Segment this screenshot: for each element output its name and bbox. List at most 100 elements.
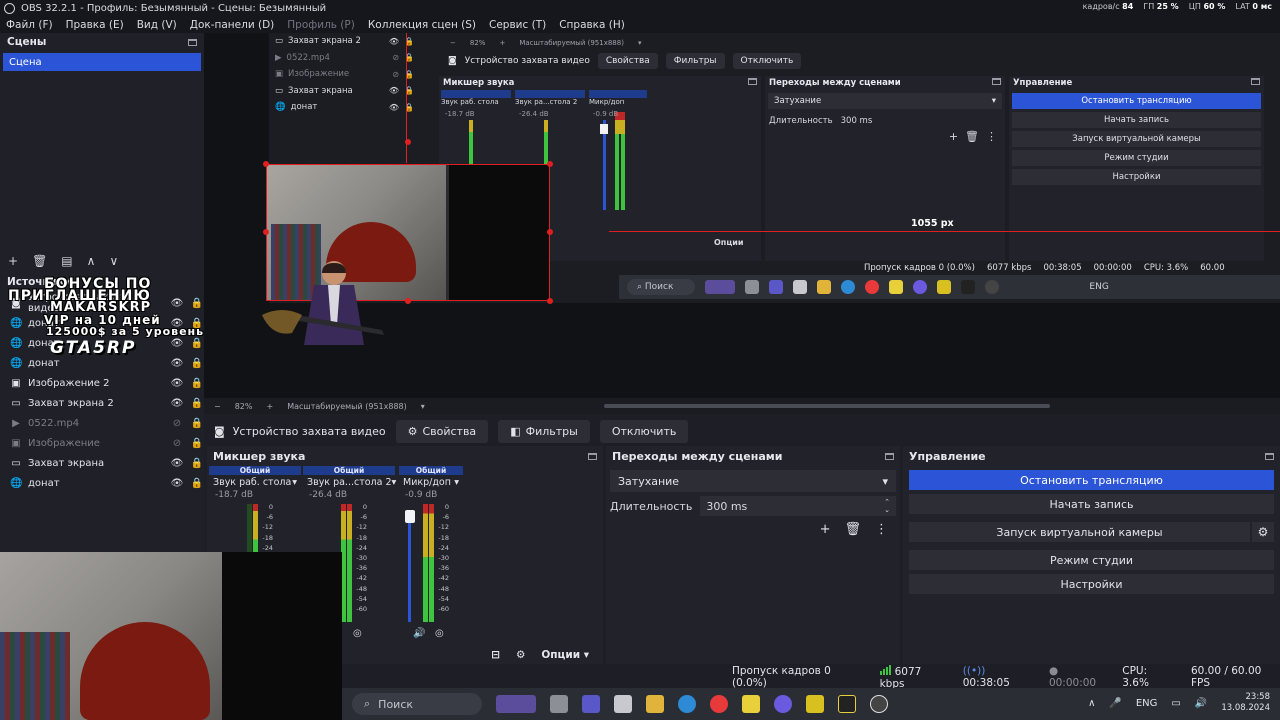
zoom-out-button[interactable]: − bbox=[214, 402, 221, 411]
resize-handle[interactable] bbox=[405, 298, 411, 304]
clock[interactable]: 23:58 13.08.2024 bbox=[1221, 692, 1270, 714]
stop-stream-button[interactable]: Остановить трансляцию bbox=[909, 470, 1274, 490]
move-down-icon[interactable]: ∨ bbox=[109, 254, 118, 268]
source-row[interactable]: ▣ Изображение 2 👁 🔒 bbox=[0, 373, 204, 393]
channel-menu-icon[interactable]: ▾ bbox=[454, 477, 459, 488]
lock-icon[interactable]: 🔒 bbox=[190, 418, 204, 429]
eye-icon[interactable]: 👁 bbox=[170, 458, 184, 469]
move-up-icon[interactable]: ∧ bbox=[87, 254, 96, 268]
source-row[interactable]: 🌐 донат 👁 🔒 bbox=[0, 473, 204, 493]
volume-fader[interactable] bbox=[408, 510, 411, 622]
eye-icon[interactable]: 👁 bbox=[170, 398, 184, 409]
mixer-gear-icon[interactable]: ⚙ bbox=[516, 649, 525, 661]
resize-handle[interactable] bbox=[547, 229, 553, 235]
source-row[interactable]: ◙ Устройство захвата видео 👁 🔒 bbox=[0, 292, 204, 314]
lock-icon[interactable]: 🔒 bbox=[190, 398, 204, 409]
source-row[interactable]: ▣ Изображение ⊘ 🔒 bbox=[0, 433, 204, 453]
eye-icon[interactable]: 👁 bbox=[170, 338, 184, 349]
undock-icon[interactable] bbox=[588, 452, 597, 460]
source-row[interactable]: 🌐 донат 👁 🔒 bbox=[0, 313, 204, 333]
lock-icon[interactable]: 🔒 bbox=[190, 438, 204, 449]
menu-help[interactable]: Справка (H) bbox=[559, 19, 625, 31]
studio-mode-button[interactable]: Режим студии bbox=[909, 550, 1274, 570]
mixer-layout-icon[interactable]: ⊟ bbox=[491, 649, 500, 661]
source-row[interactable]: ▭ Захват экрана 👁 🔒 bbox=[0, 453, 204, 473]
menu-scene-collection[interactable]: Коллекция сцен (S) bbox=[368, 19, 476, 31]
preview-canvas[interactable]: ▭ Захват экрана 2 👁 🔒 ▶ 0522.mp4 ⊘ 🔒 ▣ Изображе… bbox=[204, 33, 1280, 398]
discord-icon[interactable] bbox=[774, 695, 792, 713]
source-row[interactable]: 🌐 донат 👁 🔒 bbox=[0, 333, 204, 353]
network-icon[interactable]: ▭ bbox=[1171, 698, 1180, 709]
virtual-camera-button[interactable]: Запуск виртуальной камеры bbox=[909, 522, 1250, 542]
taskbar-search[interactable]: ⌕ Поиск bbox=[352, 693, 482, 715]
fader-handle[interactable] bbox=[405, 510, 415, 523]
start-record-button[interactable]: Начать запись bbox=[909, 494, 1274, 514]
lock-icon[interactable]: 🔒 bbox=[190, 378, 204, 389]
filters-button[interactable]: ◧ Фильтры bbox=[498, 419, 590, 443]
source-row[interactable]: ▭ Захват экрана 2 👁 🔒 bbox=[0, 393, 204, 413]
yandex-icon[interactable] bbox=[710, 695, 728, 713]
chevron-up-icon[interactable]: ∧ bbox=[1088, 698, 1095, 709]
menu-file[interactable]: Файл (F) bbox=[6, 19, 53, 31]
properties-button[interactable]: ⚙ Свойства bbox=[395, 419, 489, 443]
eye-icon[interactable]: 👁 bbox=[170, 378, 184, 389]
teams-icon[interactable] bbox=[582, 695, 600, 713]
scene-item[interactable]: Сцена bbox=[3, 53, 201, 71]
undock-icon[interactable] bbox=[885, 452, 894, 460]
duration-input[interactable]: 300 ms ⌃ ⌄ bbox=[700, 496, 896, 516]
channel-menu-icon[interactable]: ▾ bbox=[392, 477, 397, 488]
gear-icon[interactable]: ⚙ bbox=[1252, 522, 1274, 542]
scale-dropdown-icon[interactable]: ▾ bbox=[421, 402, 425, 411]
speaker-icon[interactable]: 🔊 bbox=[413, 628, 425, 639]
headphones-icon[interactable]: ◎ bbox=[435, 628, 444, 639]
volume-icon[interactable]: 🔊 bbox=[1195, 698, 1207, 709]
headphones-icon[interactable]: ◎ bbox=[353, 628, 362, 639]
eye-hidden-icon[interactable]: ⊘ bbox=[170, 438, 184, 449]
app-icon[interactable] bbox=[838, 695, 856, 713]
app-icon[interactable] bbox=[550, 695, 568, 713]
menu-edit[interactable]: Правка (E) bbox=[66, 19, 124, 31]
remove-transition-icon[interactable]: 🗑 bbox=[844, 522, 861, 537]
eye-hidden-icon[interactable]: ⊘ bbox=[170, 418, 184, 429]
microphone-icon[interactable]: 🎤 bbox=[1109, 698, 1121, 709]
eye-icon[interactable]: 👁 bbox=[170, 318, 184, 329]
zoom-in-button[interactable]: + bbox=[266, 402, 273, 411]
folder-icon[interactable] bbox=[646, 695, 664, 713]
menu-tools[interactable]: Сервис (T) bbox=[489, 19, 546, 31]
eye-icon[interactable]: 👁 bbox=[170, 358, 184, 369]
lock-icon[interactable]: 🔒 bbox=[190, 318, 204, 329]
source-row[interactable]: ▶ 0522.mp4 ⊘ 🔒 bbox=[0, 413, 204, 433]
resize-handle[interactable] bbox=[263, 229, 269, 235]
widget-icon[interactable] bbox=[496, 695, 536, 713]
add-transition-icon[interactable]: + bbox=[820, 522, 831, 537]
options-button[interactable]: Опции ▾ bbox=[541, 649, 589, 661]
eye-icon[interactable]: 👁 bbox=[170, 478, 184, 489]
language-indicator[interactable]: ENG bbox=[1136, 698, 1158, 709]
transition-select[interactable]: Затухание ▾ bbox=[610, 470, 896, 492]
resize-handle[interactable] bbox=[547, 298, 553, 304]
menu-docks[interactable]: Док-панели (D) bbox=[190, 19, 275, 31]
lock-icon[interactable]: 🔒 bbox=[190, 478, 204, 489]
source-row[interactable]: 🌐 донат 👁 🔒 bbox=[0, 353, 204, 373]
menu-view[interactable]: Вид (V) bbox=[137, 19, 177, 31]
remove-scene-icon[interactable]: 🗑 bbox=[32, 254, 47, 268]
resize-handle[interactable] bbox=[405, 139, 411, 145]
lock-icon[interactable]: 🔒 bbox=[190, 298, 204, 309]
transition-menu-icon[interactable]: ⋮ bbox=[875, 522, 888, 537]
resize-handle[interactable] bbox=[263, 161, 269, 167]
add-scene-icon[interactable]: + bbox=[8, 254, 18, 268]
undock-icon[interactable] bbox=[188, 38, 197, 46]
resize-handle[interactable] bbox=[547, 161, 553, 167]
app-icon[interactable] bbox=[742, 695, 760, 713]
calculator-icon[interactable] bbox=[614, 695, 632, 713]
disable-button[interactable]: Отключить bbox=[599, 419, 689, 443]
edge-icon[interactable] bbox=[678, 695, 696, 713]
app-icon[interactable] bbox=[806, 695, 824, 713]
eye-icon[interactable]: 👁 bbox=[170, 298, 184, 309]
horizontal-scrollbar[interactable] bbox=[604, 404, 1050, 408]
undock-icon[interactable] bbox=[1265, 452, 1274, 460]
lock-icon[interactable]: 🔒 bbox=[190, 458, 204, 469]
scene-filters-icon[interactable]: ▤ bbox=[61, 254, 72, 268]
settings-button[interactable]: Настройки bbox=[909, 574, 1274, 594]
obs-icon[interactable] bbox=[870, 695, 888, 713]
